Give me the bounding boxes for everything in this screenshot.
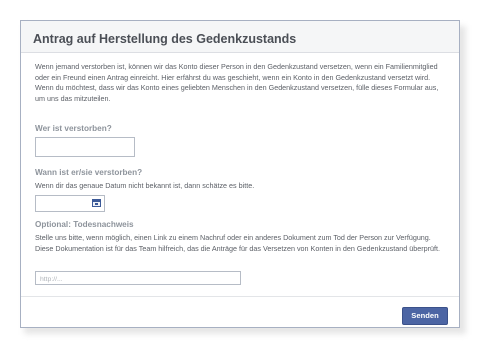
calendar-icon[interactable] xyxy=(92,199,101,207)
deceased-name-input[interactable] xyxy=(35,137,135,157)
proof-label: Optional: Todesnachweis xyxy=(35,220,134,229)
deceased-label: Wer ist verstorben? xyxy=(35,124,112,133)
dialog-title: Antrag auf Herstellung des Gedenkzustand… xyxy=(33,32,297,46)
dialog-body: Wenn jemand verstorben ist, können wir d… xyxy=(21,53,459,104)
date-hint: Wenn dir das genaue Datum nicht bekannt … xyxy=(35,181,255,190)
proof-hint: Stelle uns bitte, wenn möglich, einen Li… xyxy=(35,233,440,253)
send-button[interactable]: Senden xyxy=(402,307,448,325)
page: Antrag auf Herstellung des Gedenkzustand… xyxy=(0,0,480,349)
proof-link-input[interactable] xyxy=(35,271,241,285)
date-label: Wann ist er/sie verstorben? xyxy=(35,168,143,177)
footer-divider xyxy=(21,296,459,297)
dialog-header: Antrag auf Herstellung des Gedenkzustand… xyxy=(21,21,459,53)
memorialization-dialog: Antrag auf Herstellung des Gedenkzustand… xyxy=(20,20,460,328)
intro-text: Wenn jemand verstorben ist, können wir d… xyxy=(35,62,439,103)
death-date-input[interactable] xyxy=(35,195,105,212)
